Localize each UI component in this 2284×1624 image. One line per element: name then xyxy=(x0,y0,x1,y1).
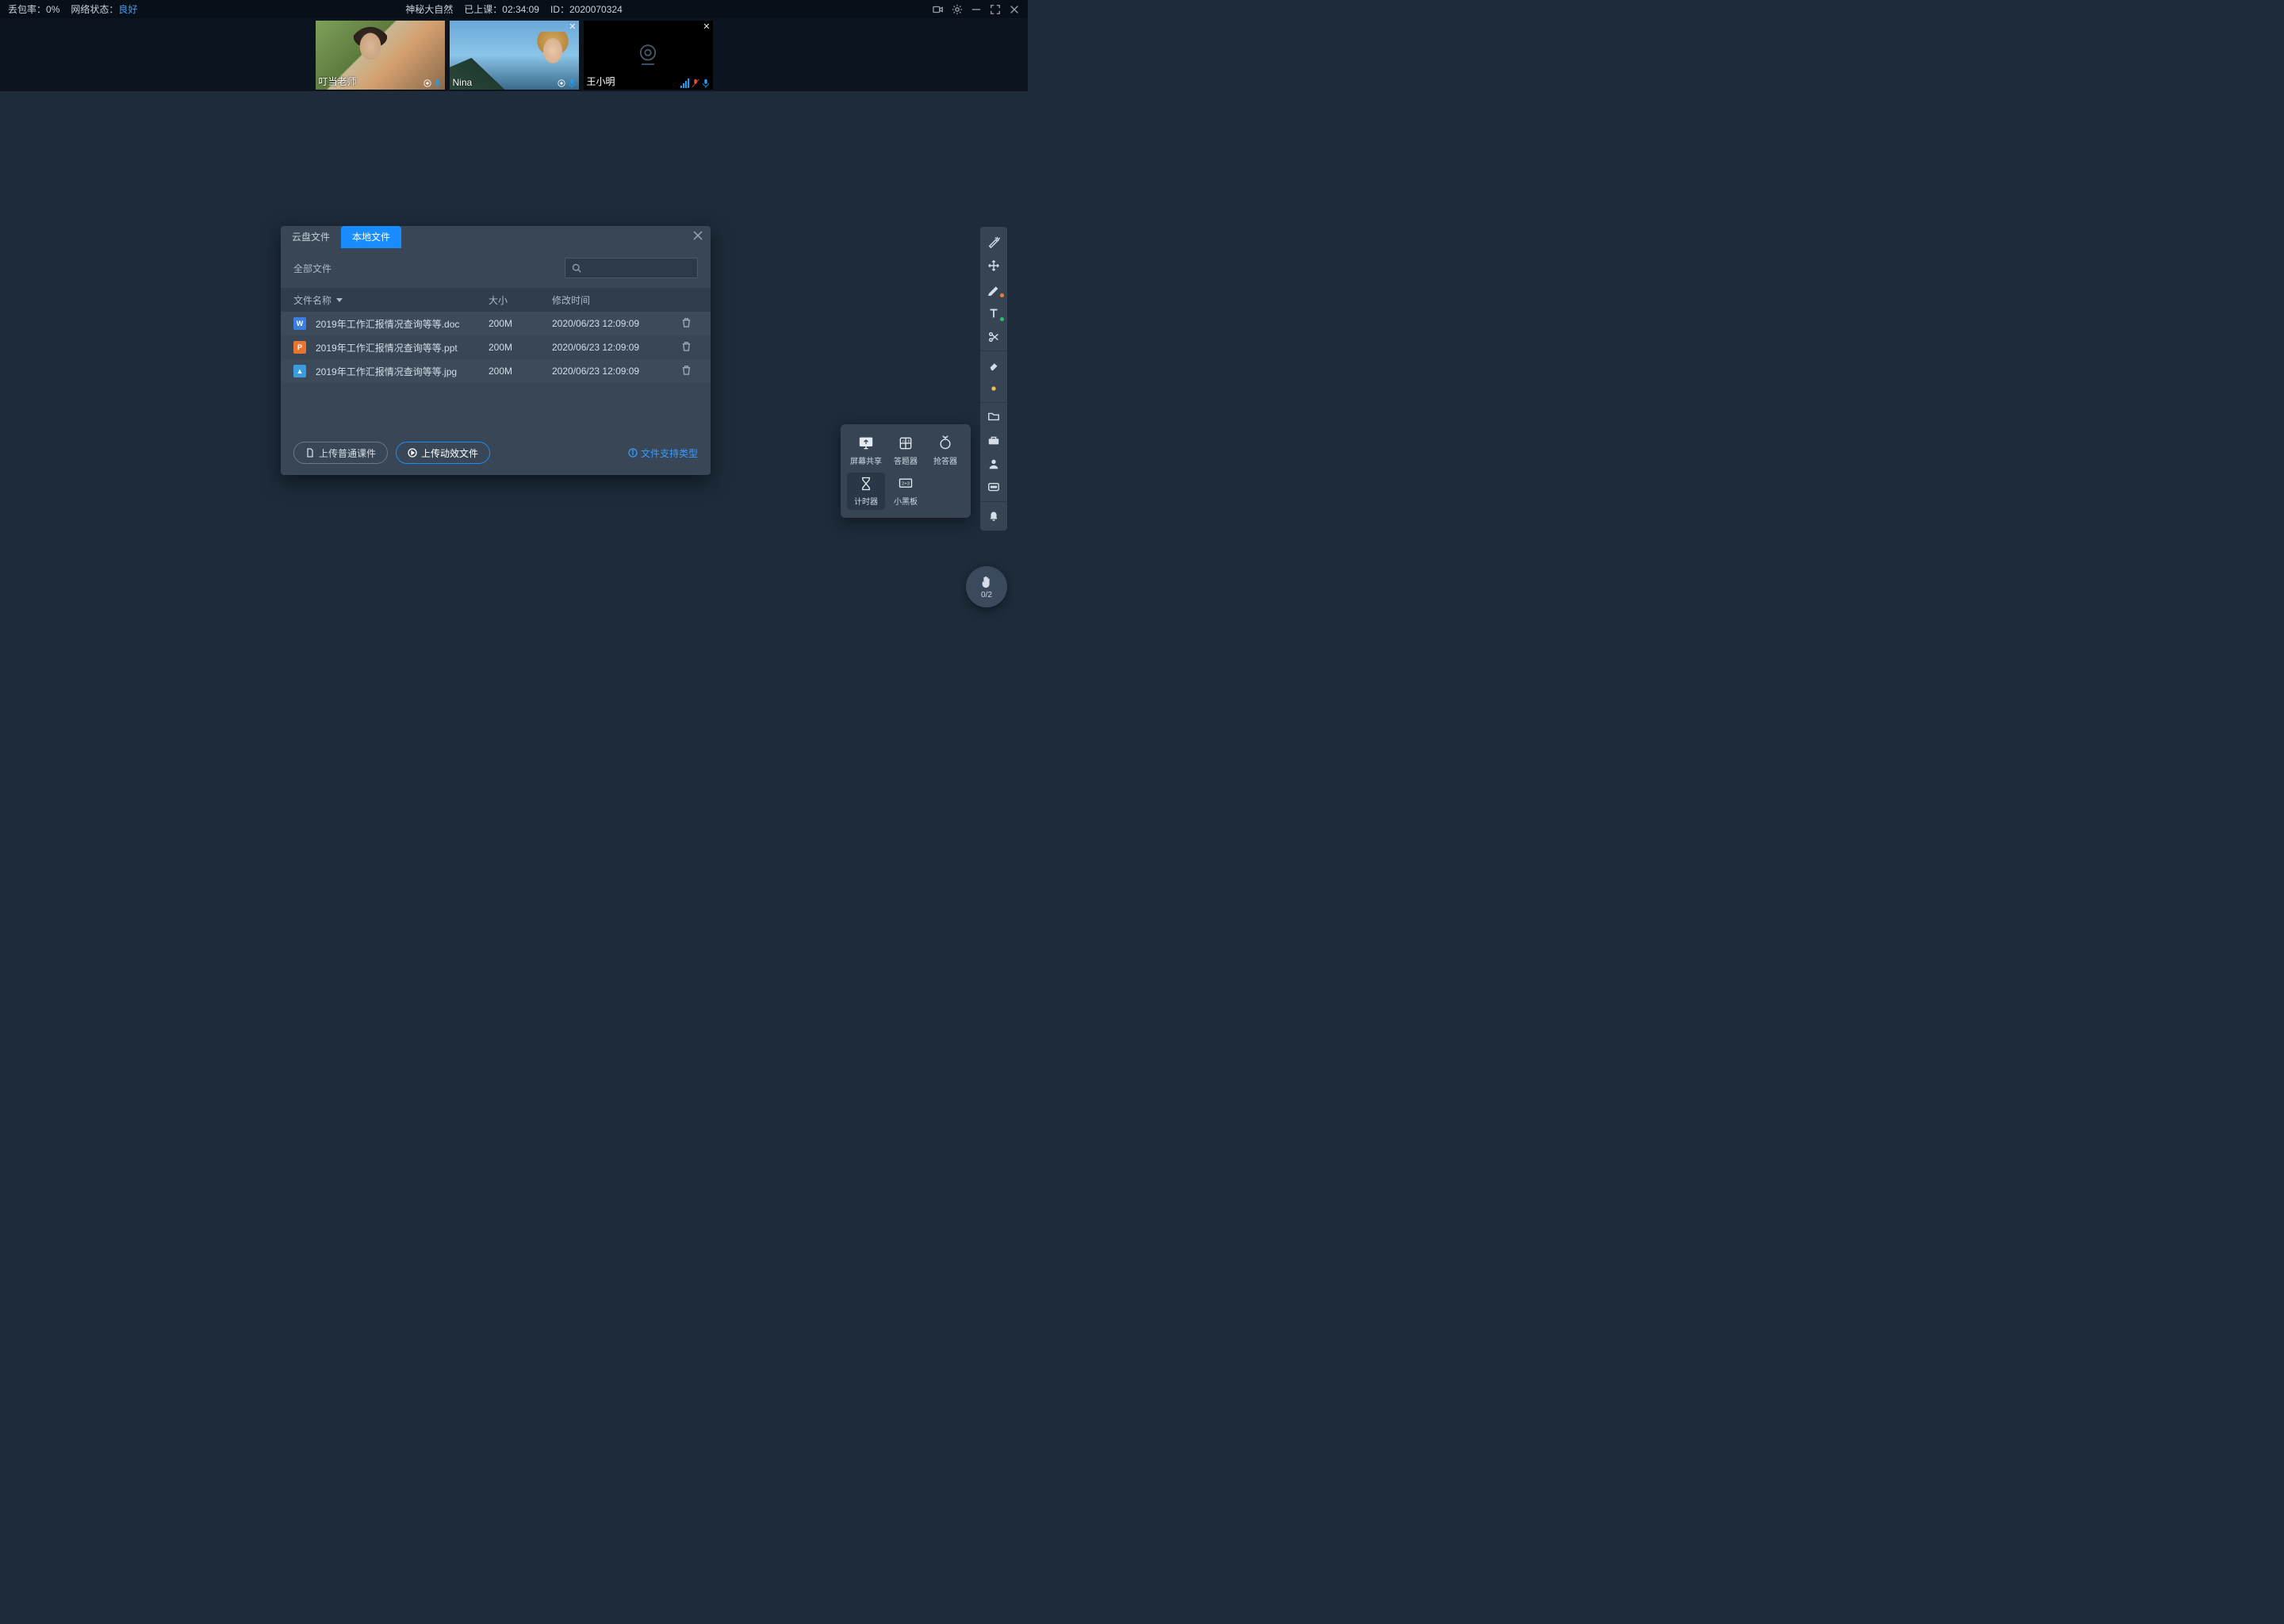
supported-types-link[interactable]: 文件支持类型 xyxy=(628,446,698,460)
file-list: W 2019年工作汇报情况查询等等.doc 200M 2020/06/23 12:… xyxy=(281,312,711,383)
participant-name: Nina xyxy=(453,77,473,88)
folder-tool-icon[interactable] xyxy=(980,404,1007,428)
eraser-tool-icon[interactable] xyxy=(980,353,1007,377)
participant-name: 王小明 xyxy=(587,75,615,88)
fullscreen-icon[interactable] xyxy=(990,4,1001,15)
class-duration: 已上课：02:34:09 xyxy=(464,2,539,16)
participant-name: 叮当老师 xyxy=(319,75,357,88)
settings-icon[interactable] xyxy=(952,4,963,15)
table-header: 文件名称 大小 修改时间 xyxy=(281,288,711,312)
video-tile[interactable]: 叮当老师 xyxy=(316,21,445,90)
table-row[interactable]: P 2019年工作汇报情况查询等等.ppt 200M 2020/06/23 12:… xyxy=(281,335,711,359)
camera-toggle-icon[interactable] xyxy=(933,4,944,15)
file-size: 200M xyxy=(489,366,552,377)
svg-text:2+3: 2+3 xyxy=(902,482,910,487)
search-input[interactable] xyxy=(565,258,698,278)
camera-indicator-icon xyxy=(423,79,431,88)
right-toolbar xyxy=(980,227,1007,530)
network-status: 网络状态：良好 xyxy=(71,2,137,16)
hand-icon xyxy=(979,575,994,589)
mic-icon xyxy=(702,79,710,88)
filter-label: 全部文件 xyxy=(293,262,331,275)
doc-file-icon: W xyxy=(293,317,306,330)
dialog-tabs: 云盘文件 本地文件 xyxy=(281,226,711,248)
sort-desc-icon xyxy=(336,298,343,302)
delete-file-icon[interactable] xyxy=(674,341,698,354)
file-picker-dialog: 云盘文件 本地文件 全部文件 文件名称 大小 修改时间 W 2019年工作汇报情况… xyxy=(281,226,711,475)
move-tool-icon[interactable] xyxy=(980,254,1007,278)
chat-icon[interactable] xyxy=(980,476,1007,500)
status-bar: 丢包率：0% 网络状态：良好 神秘大自然 已上课：02:34:09 ID：202… xyxy=(0,0,1028,18)
ppt-file-icon: P xyxy=(293,341,306,354)
table-row[interactable]: ▲ 2019年工作汇报情况查询等等.jpg 200M 2020/06/23 12:… xyxy=(281,359,711,383)
delete-file-icon[interactable] xyxy=(674,365,698,377)
raise-hand-button[interactable]: 0/2 xyxy=(966,566,1007,607)
mic-icon xyxy=(434,79,442,88)
svg-text:B: B xyxy=(908,439,910,442)
mic-icon xyxy=(568,79,576,88)
tool-panel: 屏幕共享 AB 答题器 抢答器 计时器 2+3 小黑板 xyxy=(841,424,971,518)
video-tile[interactable]: ✕ Nina xyxy=(450,21,579,90)
room-id: ID：2020070324 xyxy=(550,2,623,16)
file-time: 2020/06/23 12:09:09 xyxy=(552,366,674,377)
scissors-tool-icon[interactable] xyxy=(980,325,1007,349)
upload-normal-button[interactable]: 上传普通课件 xyxy=(293,442,388,464)
file-size: 200M xyxy=(489,318,552,329)
file-size: 200M xyxy=(489,342,552,353)
col-size[interactable]: 大小 xyxy=(489,293,552,307)
packet-loss: 丢包率：0% xyxy=(8,2,59,16)
text-tool-icon[interactable] xyxy=(980,301,1007,325)
svg-text:A: A xyxy=(902,439,905,442)
screen-share-tool[interactable]: 屏幕共享 xyxy=(847,432,885,469)
file-time: 2020/06/23 12:09:09 xyxy=(552,318,674,329)
image-file-icon: ▲ xyxy=(293,365,306,377)
buzzer-tool[interactable]: 抢答器 xyxy=(926,432,964,469)
remove-participant-icon[interactable]: ✕ xyxy=(703,21,710,32)
table-row[interactable]: W 2019年工作汇报情况查询等等.doc 200M 2020/06/23 12:… xyxy=(281,312,711,335)
file-name: 2019年工作汇报情况查询等等.ppt xyxy=(316,341,458,354)
color-tool-icon[interactable] xyxy=(980,377,1007,400)
toolbox-icon[interactable] xyxy=(980,428,1007,452)
minimize-icon[interactable] xyxy=(971,4,982,15)
people-icon[interactable] xyxy=(980,452,1007,476)
file-time: 2020/06/23 12:09:09 xyxy=(552,342,674,353)
video-strip: 叮当老师 ✕ Nina ✕ 王小明 xyxy=(0,18,1028,91)
mic-muted-icon xyxy=(692,79,699,88)
col-modified[interactable]: 修改时间 xyxy=(552,293,674,307)
audio-level-icon xyxy=(680,79,689,88)
timer-tool[interactable]: 计时器 xyxy=(847,473,885,510)
video-tile[interactable]: ✕ 王小明 xyxy=(584,21,713,90)
tab-local-files[interactable]: 本地文件 xyxy=(341,226,401,248)
tab-cloud-files[interactable]: 云盘文件 xyxy=(281,226,341,248)
room-title: 神秘大自然 xyxy=(405,2,453,16)
search-icon xyxy=(572,263,581,273)
file-name: 2019年工作汇报情况查询等等.jpg xyxy=(316,365,457,378)
bell-icon[interactable] xyxy=(980,504,1007,527)
hand-count: 0/2 xyxy=(981,591,992,599)
answer-tool[interactable]: AB 答题器 xyxy=(887,432,925,469)
file-name: 2019年工作汇报情况查询等等.doc xyxy=(316,317,459,331)
pen-tool-icon[interactable] xyxy=(980,278,1007,301)
upload-animated-button[interactable]: 上传动效文件 xyxy=(396,442,490,464)
blackboard-tool[interactable]: 2+3 小黑板 xyxy=(887,473,925,510)
remove-participant-icon[interactable]: ✕ xyxy=(569,21,576,32)
delete-file-icon[interactable] xyxy=(674,317,698,330)
dialog-close-icon[interactable] xyxy=(693,231,703,243)
laser-pointer-icon[interactable] xyxy=(980,230,1007,254)
close-icon[interactable] xyxy=(1009,4,1020,15)
camera-indicator-icon xyxy=(558,79,565,88)
col-filename[interactable]: 文件名称 xyxy=(293,293,489,307)
